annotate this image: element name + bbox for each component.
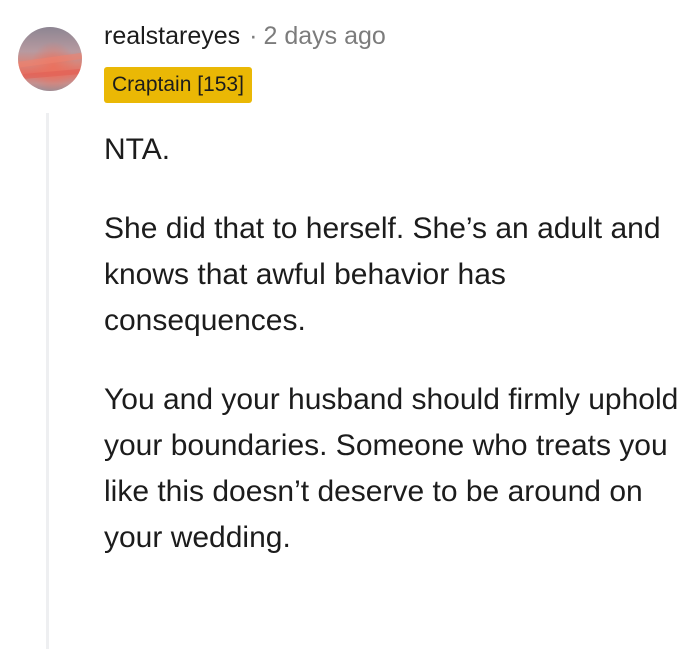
avatar-image-icon xyxy=(18,51,82,69)
comment-paragraph: NTA. xyxy=(104,133,171,166)
meta-separator: · xyxy=(249,22,258,50)
comment-timestamp[interactable]: 2 days ago xyxy=(264,20,386,52)
author-link[interactable]: realstareyes xyxy=(104,20,240,52)
comment-paragraph: You and your husband should firmly uphol… xyxy=(104,383,679,554)
comment-body: NTA. She did that to herself. She’s an a… xyxy=(104,127,694,594)
comment-meta: realstareyes · 2 days ago xyxy=(104,20,386,52)
user-avatar[interactable] xyxy=(18,27,82,91)
comment-paragraph: She did that to herself. She’s an adult … xyxy=(104,212,661,337)
avatar-image-icon-detail xyxy=(21,67,82,80)
thread-collapse-line[interactable] xyxy=(46,113,49,649)
user-flair-badge: Craptain [153] xyxy=(104,67,252,103)
